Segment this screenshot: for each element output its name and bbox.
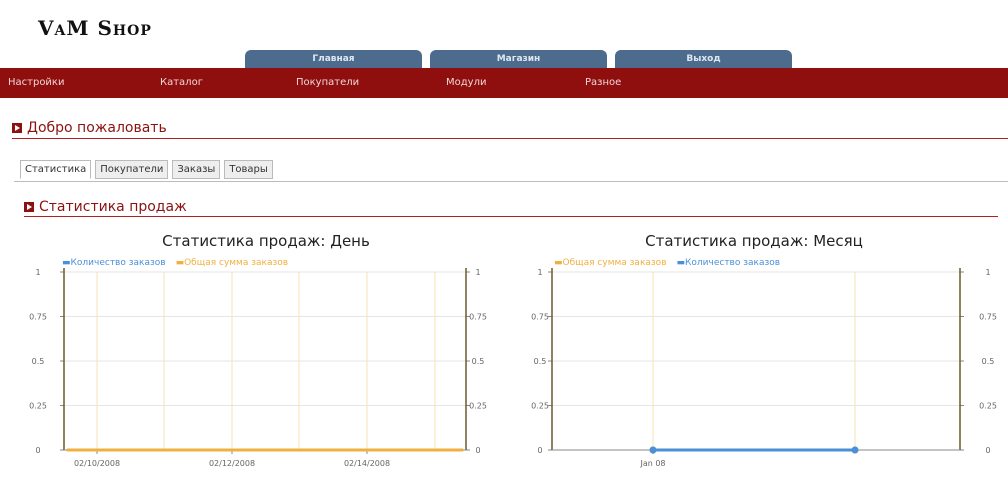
- y-tick-label: 0: [35, 446, 40, 455]
- tab-products[interactable]: Товары: [224, 160, 273, 179]
- y-tick-label: 0.75: [29, 313, 47, 322]
- logo: VaM Shop: [38, 16, 152, 40]
- y-tick-label: 0.5: [32, 357, 45, 366]
- data-point: [263, 448, 267, 452]
- data-point: [132, 448, 136, 452]
- welcome-heading: Добро пожаловать: [12, 120, 167, 136]
- y-tick-label-right: 0.5: [982, 357, 995, 366]
- menu-item-misc[interactable]: Разное: [585, 68, 621, 98]
- top-tab-home[interactable]: Главная: [245, 50, 422, 68]
- y-tick-label-right: 0.5: [472, 357, 485, 366]
- arrow-square-icon: [24, 202, 34, 212]
- legend-sum-month: ▬Общая сумма заказов: [554, 258, 667, 268]
- data-point: [329, 448, 333, 452]
- data-point: [263, 448, 267, 452]
- chart-month-legend: ▬Общая сумма заказов ▬Количество заказов: [554, 258, 780, 268]
- y-tick-label: 0.25: [29, 402, 47, 411]
- x-tick-label: 02/12/2008: [209, 459, 255, 468]
- y-tick-label: 0: [537, 446, 542, 455]
- main-menu: Настройки Каталог Покупатели Модули Разн…: [0, 68, 1008, 98]
- data-point: [460, 448, 464, 452]
- data-point: [132, 448, 136, 452]
- y-tick-label-right: 1: [475, 268, 480, 277]
- y-tick-label-right: 0: [985, 446, 990, 455]
- data-point: [394, 448, 398, 452]
- chart-day-title: Статистика продаж: День: [162, 232, 370, 250]
- menu-item-catalog[interactable]: Каталог: [160, 68, 203, 98]
- data-point: [460, 448, 464, 452]
- data-point: [197, 448, 201, 452]
- chart-month-title: Статистика продаж: Месяц: [645, 232, 863, 250]
- stats-heading: Статистика продаж: [24, 199, 187, 215]
- data-point: [649, 446, 657, 454]
- y-tick-label-right: 0: [475, 446, 480, 455]
- data-point: [66, 448, 70, 452]
- arrow-square-icon: [12, 123, 22, 133]
- y-tick-label-right: 1: [985, 268, 990, 277]
- x-tick-label: 02/14/2008: [344, 459, 390, 468]
- tab-underline: [14, 181, 1008, 182]
- y-tick-label: 0.5: [534, 357, 547, 366]
- y-tick-label: 1: [537, 268, 542, 277]
- data-point: [649, 446, 657, 454]
- data-point: [197, 448, 201, 452]
- tab-bar: Статистика Покупатели Заказы Товары: [20, 160, 273, 179]
- top-tabs: Главная Магазин Выход: [245, 50, 792, 68]
- menu-item-customers[interactable]: Покупатели: [296, 68, 359, 98]
- stats-text: Статистика продаж: [39, 199, 187, 215]
- divider: [24, 216, 998, 217]
- tab-statistics[interactable]: Статистика: [20, 160, 92, 179]
- data-point: [66, 448, 70, 452]
- x-tick-label: Jan 08: [639, 459, 665, 468]
- legend-orders-month: ▬Количество заказов: [676, 258, 781, 268]
- divider: [12, 138, 1008, 139]
- y-tick-label-right: 0.75: [469, 313, 487, 322]
- tab-orders[interactable]: Заказы: [172, 160, 221, 179]
- legend-orders-day: ▬Количество заказов: [62, 258, 166, 268]
- chart-day-legend: ▬Количество заказов ▬Общая сумма заказов: [62, 258, 288, 268]
- tab-customers[interactable]: Покупатели: [95, 160, 169, 179]
- data-point: [851, 446, 859, 454]
- y-tick-label: 0.25: [531, 402, 549, 411]
- x-tick-label: 02/10/2008: [74, 459, 120, 468]
- y-tick-label-right: 0.75: [979, 313, 997, 322]
- menu-item-modules[interactable]: Модули: [446, 68, 486, 98]
- data-point: [329, 448, 333, 452]
- y-tick-label-right: 0.25: [979, 402, 997, 411]
- data-point: [851, 446, 859, 454]
- y-tick-label: 0.75: [531, 313, 549, 322]
- data-point: [394, 448, 398, 452]
- top-tab-shop[interactable]: Магазин: [430, 50, 607, 68]
- top-tab-logout[interactable]: Выход: [615, 50, 792, 68]
- y-tick-label-right: 0.25: [469, 402, 487, 411]
- y-tick-label: 1: [35, 268, 40, 277]
- welcome-text: Добро пожаловать: [27, 120, 167, 136]
- legend-sum-day: ▬Общая сумма заказов: [175, 258, 289, 268]
- menu-item-settings[interactable]: Настройки: [8, 68, 64, 98]
